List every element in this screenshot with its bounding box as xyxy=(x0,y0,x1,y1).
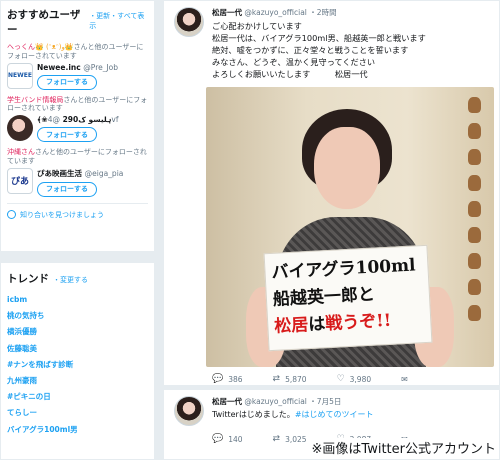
trends-change-link[interactable]: ・変更する xyxy=(53,275,88,285)
left-column: おすすめユーザー ・更新・すべて表示 へっくん👑 (ᵔᴥᵔ)و👑さんと他のユーザ… xyxy=(0,0,155,252)
trend-item[interactable]: バイアグラ100ml男 xyxy=(7,422,148,438)
dm-icon: ✉ xyxy=(401,374,408,384)
retweet-count: 3,025 xyxy=(285,434,307,444)
suggestion-avatar[interactable] xyxy=(7,115,33,141)
like-action[interactable]: ♡ 3,980 xyxy=(337,374,372,384)
trend-item[interactable]: 桃の気持ち xyxy=(7,308,148,324)
reply-count: 140 xyxy=(228,434,243,444)
tweet-timestamp[interactable]: ・2時間 xyxy=(309,8,336,17)
tweet-text: Twitterはじめました。#はじめてのツイート xyxy=(212,410,374,419)
trend-item[interactable]: #ピキニの日 xyxy=(7,389,148,405)
tweet-actions: 💬 386 ⇄ 5,870 ♡ 3,980 ✉ xyxy=(212,374,408,384)
follow-button[interactable]: フォローする xyxy=(37,74,97,90)
person-icon xyxy=(7,210,16,219)
trend-item[interactable]: 横浜優勝 xyxy=(7,324,148,340)
trends-module: トレンド ・変更する icbm 桃の気持ち 横浜優勝 佐藤聡美 #ナンを飛ばす診… xyxy=(0,262,155,460)
image-credit-caption: ※画像はTwitter公式アカウント xyxy=(309,438,498,457)
photo-shelf-decoration xyxy=(464,97,486,327)
tweet-avatar[interactable] xyxy=(174,7,204,37)
trend-item[interactable]: てらしー xyxy=(7,405,148,421)
trend-item[interactable]: 九州豪雨 xyxy=(7,373,148,389)
retweet-count: 5,870 xyxy=(285,374,307,384)
photo-message-board: バイアグラ100ml 船越英一郎と 松居は戦うぞ!! xyxy=(263,244,433,352)
retweet-action[interactable]: ⇄ 3,025 xyxy=(273,434,307,444)
reply-count: 386 xyxy=(228,374,243,384)
retweet-icon: ⇄ xyxy=(272,374,281,384)
suggestion-item: 沖縄さんさんと他のユーザーにフォローされています ぴあ ぴあ映画生活 @eiga… xyxy=(7,148,148,197)
reply-icon: 💬 xyxy=(212,374,224,384)
trends-title: トレンド xyxy=(7,273,49,285)
tweet-avatar[interactable] xyxy=(174,396,204,426)
follow-button[interactable]: フォローする xyxy=(37,127,97,142)
trend-item[interactable]: #ナンを飛ばす診断 xyxy=(7,357,148,373)
retweet-icon: ⇄ xyxy=(272,434,281,444)
tweet-text: ご心配おかけしています 松居一代は、バイアグラ100ml男、船越英一郎と戦います… xyxy=(212,21,426,79)
suggestion-item: 学生バンド情報局さんと他のユーザーにフォローされています ﴾❀ہلیسو ک29… xyxy=(7,95,148,142)
suggestion-name[interactable]: Newee.inc @Pre_Job xyxy=(37,63,148,72)
tweet-author-name[interactable]: 松居一代 xyxy=(212,397,242,406)
follow-button[interactable]: フォローする xyxy=(37,181,97,197)
like-icon: ♡ xyxy=(336,374,345,384)
tweet-author-handle[interactable]: @kazuyo_official xyxy=(244,397,307,406)
reply-action[interactable]: 💬 386 xyxy=(212,374,243,384)
suggestion-name[interactable]: ぴあ映画生活 @eiga_pia xyxy=(37,168,148,179)
tweet[interactable]: 松居一代 @kazuyo_official ・2時間 ご心配おかけしています 松… xyxy=(163,0,500,386)
find-friends-link[interactable]: 知り合いを見つけましょう xyxy=(7,202,148,220)
suggestion-name[interactable]: ﴾❀ہلیسو ک290 @4vf xyxy=(37,115,148,124)
retweet-action[interactable]: ⇄ 5,870 xyxy=(273,374,307,384)
dm-action[interactable]: ✉ xyxy=(401,375,408,384)
tweet-author-handle[interactable]: @kazuyo_official xyxy=(244,8,307,17)
reply-action[interactable]: 💬 140 xyxy=(212,434,243,444)
suggestion-avatar[interactable]: ぴあ xyxy=(7,167,33,194)
tweet-timestamp[interactable]: ・7月5日 xyxy=(309,397,341,406)
who-to-follow-links[interactable]: ・更新・すべて表示 xyxy=(89,11,148,31)
suggestion-context: へっくん👑 (ᵔᴥᵔ)و👑さんと他のユーザーにフォローされています xyxy=(7,43,144,60)
tweet-photo[interactable]: バイアグラ100ml 船越英一郎と 松居は戦うぞ!! xyxy=(206,87,494,367)
like-count: 3,980 xyxy=(349,374,372,384)
tweet-author-name[interactable]: 松居一代 xyxy=(212,8,242,17)
trend-item[interactable]: icbm xyxy=(7,292,148,308)
tweet-header: 松居一代 @kazuyo_official ・2時間 xyxy=(212,7,337,18)
photo-face xyxy=(314,127,380,209)
hashtag-link[interactable]: #はじめてのツイート xyxy=(295,410,374,419)
tweet-header: 松居一代 @kazuyo_official ・7月5日 xyxy=(212,396,341,407)
suggestion-context: 学生バンド情報局さんと他のユーザーにフォローされています xyxy=(7,95,148,113)
reply-icon: 💬 xyxy=(212,434,224,444)
suggestion-item: へっくん👑 (ᵔᴥᵔ)و👑さんと他のユーザーにフォローされています NEWEE … xyxy=(7,43,148,90)
who-to-follow-module: おすすめユーザー ・更新・すべて表示 へっくん👑 (ᵔᴥᵔ)و👑さんと他のユーザ… xyxy=(0,0,155,252)
suggestion-avatar[interactable]: NEWEE xyxy=(7,62,33,89)
who-to-follow-title: おすすめユーザー xyxy=(7,9,81,36)
timeline: 松居一代 @kazuyo_official ・2時間 ご心配おかけしています 松… xyxy=(163,0,500,460)
trend-item[interactable]: 佐藤聡美 xyxy=(7,341,148,357)
suggestion-context: 沖縄さんさんと他のユーザーにフォローされています xyxy=(7,148,147,165)
